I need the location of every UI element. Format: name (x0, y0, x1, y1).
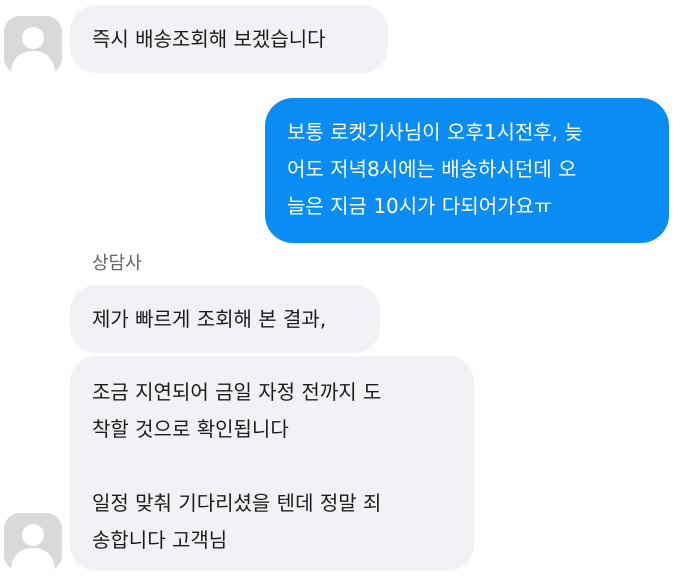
message-bubble-received[interactable]: 즉시 배송조회해 보겠습니다 (70, 5, 388, 73)
default-profile-icon (4, 16, 62, 74)
sender-name: 상담사 (92, 253, 142, 274)
chat-thread: 즉시 배송조회해 보겠습니다 보통 로켓기사님이 오후1시전후, 늦 어도 저녁… (0, 0, 680, 579)
message-bubble-received[interactable]: 제가 빠르게 조회해 본 결과, (70, 285, 380, 353)
message-bubble-received[interactable]: 조금 지연되어 금일 자정 전까지 도 착할 것으로 확인됩니다 일정 맞춰 기… (70, 356, 474, 571)
avatar[interactable] (4, 16, 62, 74)
message-bubble-sent[interactable]: 보통 로켓기사님이 오후1시전후, 늦 어도 저녁8시에는 배송하시던데 오 늘… (265, 98, 669, 243)
avatar[interactable] (4, 513, 62, 571)
default-profile-icon (4, 513, 62, 571)
